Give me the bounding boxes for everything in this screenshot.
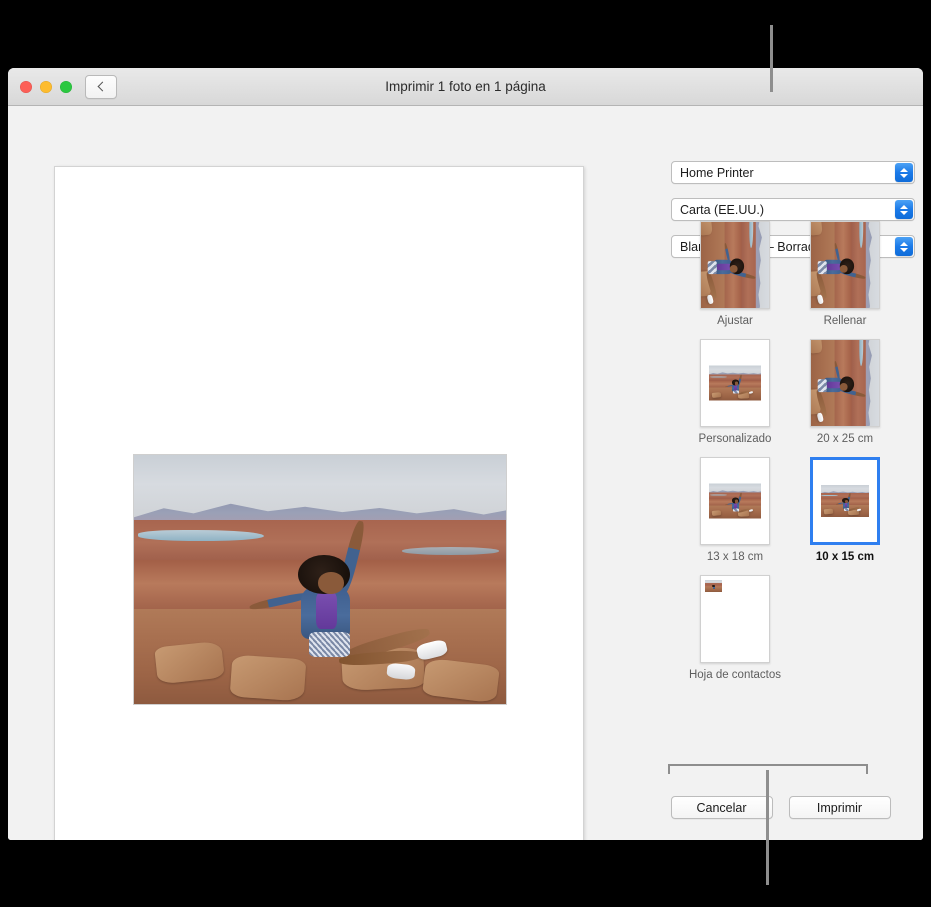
layout-option-10x15[interactable]: 10 x 15 cm <box>800 457 890 563</box>
preview-photo <box>133 454 507 705</box>
chevron-up-icon <box>900 205 908 209</box>
zoom-button[interactable] <box>60 81 72 93</box>
photo-figure-shorts <box>309 632 350 657</box>
printer-popup-value: Home Printer <box>672 166 754 180</box>
thumbnail-photo <box>700 221 770 309</box>
layout-option-label: Personalizado <box>699 433 772 445</box>
close-button[interactable] <box>20 81 32 93</box>
thumbnail-photo <box>810 339 880 427</box>
back-button[interactable] <box>85 75 117 99</box>
layout-row: Hoja de contactos <box>690 575 910 681</box>
layout-thumbnail[interactable] <box>700 457 770 545</box>
screenshot-stage: Imprimir 1 foto en 1 página <box>0 0 931 907</box>
print-dialog-window: Imprimir 1 foto en 1 página <box>8 68 923 840</box>
chevron-updown-icon[interactable] <box>895 200 913 219</box>
chevron-down-icon <box>900 174 908 178</box>
chevron-left-icon <box>97 82 107 92</box>
layout-thumbnail[interactable] <box>700 221 770 309</box>
thumbnail-photo <box>821 485 869 517</box>
dialog-button-row: Cancelar Imprimir <box>646 796 923 819</box>
layout-thumbnail[interactable] <box>700 339 770 427</box>
print-button[interactable]: Imprimir <box>789 796 891 819</box>
layout-option-ajustar[interactable]: Ajustar <box>690 221 780 327</box>
thumbnail-photo <box>810 221 880 309</box>
traffic-lights <box>20 81 72 93</box>
layout-option-13x18[interactable]: 13 x 18 cm <box>690 457 780 563</box>
cancel-button[interactable]: Cancelar <box>671 796 773 819</box>
layout-option-label: 10 x 15 cm <box>816 551 874 563</box>
callout-line-bottom <box>766 770 769 885</box>
photo-river <box>138 530 264 541</box>
paper-size-popup[interactable]: Carta (EE.UU.) <box>671 198 915 221</box>
print-options-pane: Home Printer Carta (EE.UU.) <box>646 106 923 840</box>
chevron-down-icon <box>900 211 908 215</box>
layout-option-personalizado[interactable]: Personalizado <box>690 339 780 445</box>
chevron-up-icon <box>900 168 908 172</box>
photo-figure-top <box>316 592 336 629</box>
layout-thumbnail-selected[interactable] <box>810 457 880 545</box>
layout-row: 13 x 18 cm <box>690 457 910 563</box>
layout-option-hoja-contactos[interactable]: Hoja de contactos <box>690 575 780 681</box>
layout-option-20x25[interactable]: 20 x 25 cm <box>800 339 890 445</box>
layout-option-label: Ajustar <box>717 315 753 327</box>
photo-rock <box>229 654 306 701</box>
layout-option-rellenar[interactable]: Rellenar <box>800 221 890 327</box>
minimize-button[interactable] <box>40 81 52 93</box>
paper-size-popup-value: Carta (EE.UU.) <box>672 203 764 217</box>
layout-row: Personalizado <box>690 339 910 445</box>
layout-thumbnail[interactable] <box>810 221 880 309</box>
preview-page-sheet[interactable] <box>54 166 584 840</box>
layout-thumbnail-grid: Ajustar <box>690 221 910 693</box>
window-body: Home Printer Carta (EE.UU.) <box>8 106 923 840</box>
layout-thumbnail[interactable] <box>810 339 880 427</box>
layout-option-label: Rellenar <box>824 315 867 327</box>
layout-option-label: 13 x 18 cm <box>707 551 763 563</box>
layout-option-label: 20 x 25 cm <box>817 433 873 445</box>
thumbnail-photo <box>709 366 761 401</box>
callout-bracket-bottom <box>668 764 868 774</box>
photo-river-bend <box>402 547 499 554</box>
layout-row: Ajustar <box>690 221 910 327</box>
chevron-updown-icon[interactable] <box>895 163 913 182</box>
thumbnail-photo <box>705 580 722 592</box>
printer-popup[interactable]: Home Printer <box>671 161 915 184</box>
page-title: Imprimir 1 foto en 1 página <box>8 79 923 94</box>
thumbnail-photo <box>709 484 761 519</box>
print-preview-pane <box>8 106 646 840</box>
layout-option-label: Hoja de contactos <box>689 669 781 681</box>
layout-thumbnail[interactable] <box>700 575 770 663</box>
callout-line-top <box>770 25 773 92</box>
window-titlebar: Imprimir 1 foto en 1 página <box>8 68 923 106</box>
